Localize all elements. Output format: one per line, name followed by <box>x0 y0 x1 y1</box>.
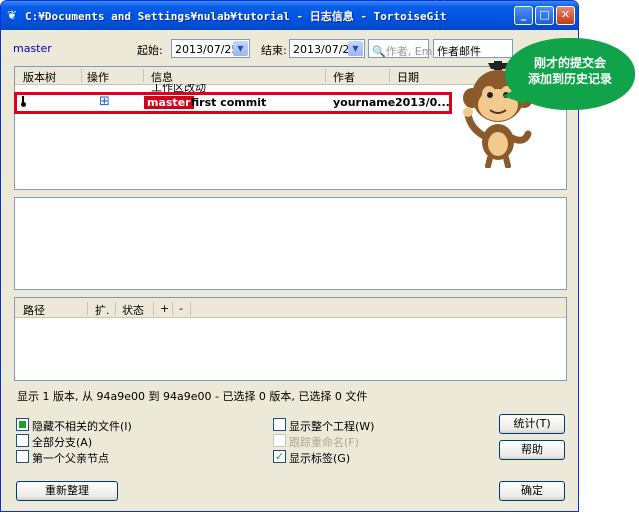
search-field-value: 作者邮件 <box>437 45 481 58</box>
follow-renames-checkbox <box>273 434 286 447</box>
search-placeholder: 🔍作者, Ema <box>372 45 440 58</box>
column-header-removed[interactable]: - <box>179 302 183 315</box>
minimize-button[interactable]: _ <box>514 6 533 25</box>
tortoisegit-app-icon: ❦ <box>7 8 18 22</box>
column-header-ext[interactable]: 扩. <box>95 302 110 318</box>
first-parent-label[interactable]: 第一个父亲节点 <box>32 450 109 466</box>
commit-message-pane[interactable] <box>14 197 567 290</box>
column-header-author[interactable]: 作者 <box>333 69 355 85</box>
highlight-frame <box>14 92 452 114</box>
search-field-select[interactable]: 作者邮件 <box>433 39 513 58</box>
annotation-callout: 刚才的提交会 添加到历史记录 <box>505 38 635 110</box>
end-date-picker[interactable]: 2013/07/25 ▼ <box>289 39 365 58</box>
column-header-message[interactable]: 信息 <box>151 69 173 85</box>
ok-button[interactable]: 确定 <box>499 481 565 501</box>
search-icon: 🔍 <box>372 45 386 58</box>
show-whole-project-checkbox[interactable] <box>273 418 286 431</box>
chevron-down-icon[interactable]: ▼ <box>233 41 248 56</box>
show-tags-checkbox[interactable]: ✓ <box>273 450 286 463</box>
follow-renames-label: 跟踪重命名(F) <box>289 436 359 449</box>
first-parent-checkbox[interactable] <box>16 450 29 463</box>
start-date-value: 2013/07/25 <box>175 43 239 56</box>
help-button[interactable]: 帮助 <box>499 440 565 460</box>
callout-line-1: 刚才的提交会 <box>533 56 606 70</box>
show-whole-project-label[interactable]: 显示整个工程(W) <box>289 418 374 434</box>
column-header-date[interactable]: 日期 <box>397 69 419 85</box>
all-branches-checkbox[interactable] <box>16 434 29 447</box>
working-tree-changes-row[interactable]: 工作区改动 <box>151 84 206 92</box>
hide-unrelated-label[interactable]: 隐藏不相关的文件(I) <box>32 418 132 434</box>
maximize-button[interactable]: □ <box>535 6 554 25</box>
files-list-header: 路径 扩. 状态 + - <box>15 298 566 318</box>
column-header-added[interactable]: + <box>160 302 169 315</box>
start-date-label: 起始: <box>137 44 163 57</box>
end-date-value: 2013/07/25 <box>293 43 357 56</box>
show-tags-label[interactable]: 显示标签(G) <box>289 450 350 466</box>
column-header-path[interactable]: 路径 <box>23 302 45 318</box>
window-title: C:¥Documents and Settings¥nulab¥tutorial… <box>25 10 447 23</box>
chevron-down-icon[interactable]: ▼ <box>348 41 363 56</box>
callout-line-2: 添加到历史记录 <box>527 72 612 86</box>
start-date-picker[interactable]: 2013/07/25 ▼ <box>171 39 250 58</box>
close-button[interactable]: ✕ <box>556 6 575 25</box>
search-input[interactable]: 🔍作者, Ema <box>368 39 439 58</box>
statistics-button[interactable]: 统计(T) <box>499 414 565 434</box>
title-bar[interactable]: ❦ C:¥Documents and Settings¥nulab¥tutori… <box>1 1 578 30</box>
column-header-graph[interactable]: 版本树 <box>23 69 56 85</box>
changed-files-list[interactable]: 路径 扩. 状态 + - <box>14 297 567 381</box>
column-header-status[interactable]: 状态 <box>122 302 144 318</box>
column-header-actions[interactable]: 操作 <box>87 69 109 85</box>
status-summary: 显示 1 版本, 从 94a9e00 到 94a9e00 - 已选择 0 版本,… <box>17 390 368 403</box>
current-branch-link[interactable]: master <box>13 42 52 55</box>
refresh-button[interactable]: 重新整理 <box>16 481 118 501</box>
all-branches-label[interactable]: 全部分支(A) <box>32 434 92 450</box>
hide-unrelated-checkbox[interactable] <box>16 418 29 431</box>
end-date-label: 结束: <box>261 44 287 57</box>
